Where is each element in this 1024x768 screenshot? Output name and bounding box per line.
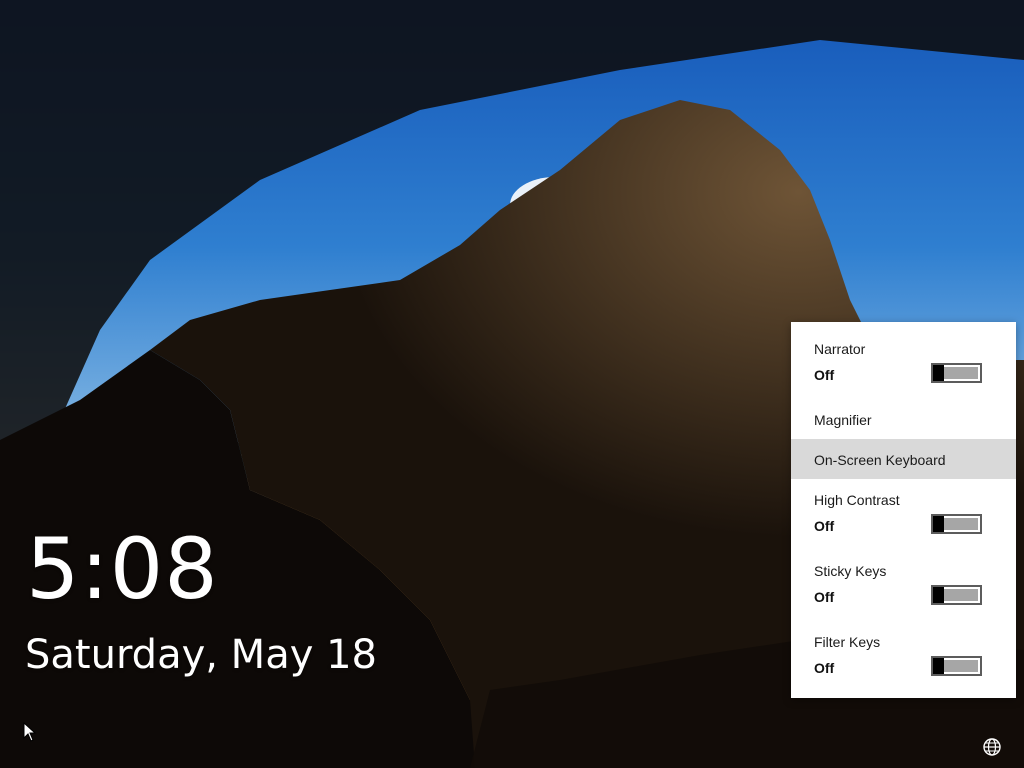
on-screen-keyboard-label: On-Screen Keyboard [814,452,946,468]
filter-keys-toggle[interactable] [931,656,982,676]
mouse-pointer-icon [23,722,37,742]
sticky-keys-state: Off [814,589,835,605]
filter-keys-label: Filter Keys [814,634,881,650]
toggle-track [944,660,978,672]
lock-screen-time: 5:08 [26,520,219,618]
ease-of-access-icon[interactable] [982,737,1002,757]
lock-screen-date: Saturday, May 18 [25,632,377,678]
magnifier-label: Magnifier [814,412,872,428]
narrator-state: Off [814,367,835,383]
toggle-knob [933,658,944,674]
sticky-keys-label: Sticky Keys [814,563,887,579]
on-screen-keyboard-item[interactable]: On-Screen Keyboard [791,439,1016,479]
toggle-knob [933,587,944,603]
filter-keys-item[interactable]: Filter Keys Off [791,621,1016,698]
narrator-toggle[interactable] [931,363,982,383]
ease-of-access-menu: Narrator Off Magnifier On-Screen Keyboar… [791,322,1016,698]
high-contrast-state: Off [814,518,835,534]
sticky-keys-toggle[interactable] [931,585,982,605]
filter-keys-state: Off [814,660,835,676]
toggle-knob [933,516,944,532]
toggle-track [944,589,978,601]
narrator-label: Narrator [814,341,866,357]
high-contrast-label: High Contrast [814,492,900,508]
toggle-track [944,367,978,379]
high-contrast-toggle[interactable] [931,514,982,534]
sticky-keys-item[interactable]: Sticky Keys Off [791,550,1016,621]
toggle-track [944,518,978,530]
high-contrast-item[interactable]: High Contrast Off [791,479,1016,550]
toggle-knob [933,365,944,381]
narrator-item[interactable]: Narrator Off [791,322,1016,402]
magnifier-item[interactable]: Magnifier [791,402,1016,439]
